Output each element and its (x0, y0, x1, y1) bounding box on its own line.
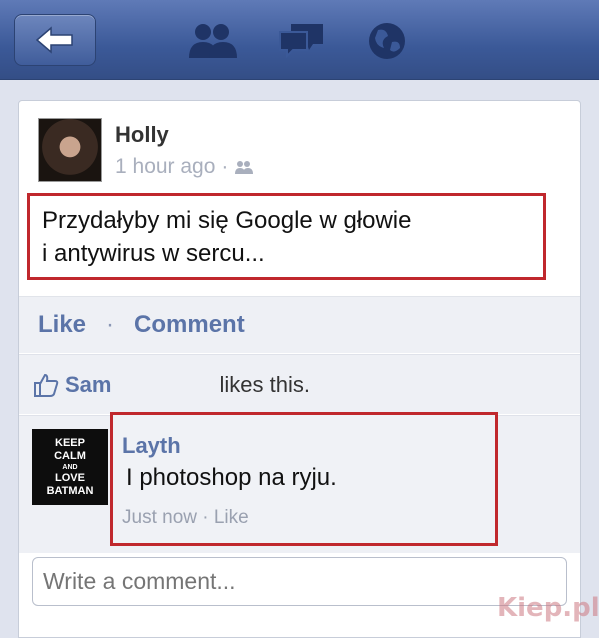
friends-icon (235, 161, 254, 174)
comment-button[interactable]: Comment (134, 311, 245, 339)
friends-icon[interactable] (187, 20, 239, 60)
comment-meta[interactable]: Just now · Like (122, 507, 249, 529)
action-separator: · (106, 311, 115, 338)
post-text-line: Przydałyby mi się Google w głowie (42, 207, 412, 234)
like-button[interactable]: Like (38, 311, 86, 339)
messages-icon[interactable] (277, 20, 327, 60)
watermark: Kiep.pl (497, 593, 599, 623)
post-time[interactable]: 1 hour ago (115, 155, 215, 179)
comment-text: I photoshop na ryju. (126, 464, 337, 491)
post-meta: 1 hour ago · (115, 155, 254, 179)
avatar-text: BATMAN (46, 484, 94, 497)
back-button[interactable] (14, 14, 96, 66)
post-actions: Like · Comment (19, 296, 580, 353)
post-text: Przydałyby mi się Google w głowie i anty… (27, 193, 546, 280)
post-author-name[interactable]: Holly (115, 122, 169, 148)
back-arrow-icon (35, 26, 73, 54)
likes-summary: Sam likes this. (19, 354, 580, 414)
author-avatar[interactable] (38, 118, 102, 182)
commenter-name[interactable]: Layth (122, 433, 181, 459)
likes-text: likes this. (219, 371, 310, 397)
avatar-text: AND (62, 463, 78, 471)
avatar-text: KEEP (55, 436, 85, 449)
top-navigation-bar (0, 0, 599, 80)
avatar-text: LOVE (55, 471, 85, 484)
avatar-text: CALM (54, 449, 86, 462)
liker-name[interactable]: Sam (65, 372, 111, 398)
commenter-avatar[interactable]: KEEP CALM AND LOVE BATMAN (32, 429, 108, 505)
post-text-line: i antywirus w sercu... (42, 240, 265, 267)
meta-separator: · (221, 155, 229, 178)
thumbs-up-icon (34, 373, 59, 397)
comment-input[interactable] (32, 557, 567, 606)
globe-icon[interactable] (366, 20, 408, 62)
